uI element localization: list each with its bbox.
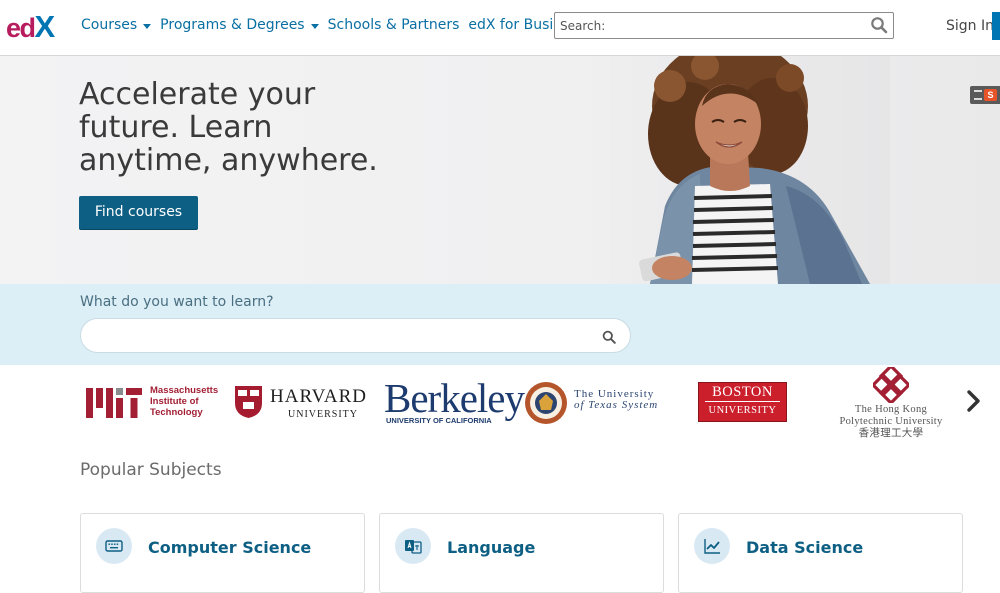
partner-hong-kong-polyu[interactable]: The Hong Kong Polytechnic University 香港理…: [816, 367, 966, 439]
ut-line-2: of Texas System: [574, 399, 659, 411]
harvard-shield-icon: [235, 386, 262, 418]
chevron-down-icon: [143, 24, 152, 29]
hero-banner: Accelerate your future. Learn anytime, a…: [0, 56, 1000, 284]
nav-schools-partners[interactable]: Schools & Partners: [328, 17, 460, 33]
edx-logo[interactable]: edX: [6, 9, 55, 44]
main-nav: Courses Programs & Degrees Schools & Par…: [81, 17, 594, 33]
bu-divider: [705, 401, 780, 402]
mit-line-2: Institute of: [150, 396, 199, 407]
partner-ut-system[interactable]: The University of Texas System: [524, 381, 668, 425]
hero-title: Accelerate your future. Learn anytime, a…: [79, 77, 378, 178]
menu-icon: [974, 90, 982, 100]
polyu-line-2: Polytechnic University: [839, 416, 943, 427]
subject-card-language[interactable]: Language: [379, 513, 664, 593]
logo-letter-x: X: [34, 9, 56, 44]
polyu-logo-icon: [873, 367, 909, 403]
subject-card-computer-science[interactable]: Computer Science: [80, 513, 365, 593]
nav-courses-label: Courses: [81, 17, 138, 33]
widget-logo-icon: S: [984, 89, 997, 101]
nav-programs-label: Programs & Degrees: [160, 17, 305, 33]
find-courses-button[interactable]: Find courses: [79, 196, 198, 229]
partner-harvard[interactable]: HARVARD UNIVERSITY: [234, 384, 369, 422]
header-search-input[interactable]: [555, 13, 855, 38]
logo-letter-e: e: [6, 13, 21, 43]
line-chart-icon: [694, 528, 730, 564]
mit-logo-icon: [86, 388, 142, 418]
register-button-edge[interactable]: [992, 12, 1000, 40]
harvard-subtitle: UNIVERSITY: [288, 409, 358, 420]
mit-name: Massachusetts Institute of Technology: [150, 385, 230, 418]
polyu-name: The Hong Kong Polytechnic University 香港理…: [816, 404, 966, 440]
chevron-down-icon: [310, 24, 319, 29]
keyboard-icon: [96, 528, 132, 564]
berkeley-subtitle: UNIVERSITY OF CALIFORNIA: [386, 416, 492, 425]
nav-courses[interactable]: Courses: [81, 17, 152, 33]
subject-label: Computer Science: [148, 538, 312, 557]
partner-logos: Massachusetts Institute of Technology HA…: [80, 365, 1000, 440]
nav-schools-label: Schools & Partners: [327, 17, 460, 33]
translate-icon: [395, 528, 431, 564]
search-icon[interactable]: [602, 329, 616, 344]
learn-search-input[interactable]: [81, 319, 581, 352]
subject-label: Data Science: [746, 538, 864, 557]
learn-search-field: [80, 318, 631, 353]
partner-mit[interactable]: Massachusetts Institute of Technology: [86, 385, 222, 421]
ut-name: The University of Texas System: [574, 389, 658, 411]
bu-line-1: BOSTON: [712, 384, 773, 400]
sign-in-link[interactable]: Sign In: [946, 18, 994, 34]
subject-label: Language: [447, 538, 536, 557]
partner-boston-university[interactable]: BOSTON UNIVERSITY: [698, 382, 787, 422]
partner-berkeley[interactable]: Berkeley UNIVERSITY OF CALIFORNIA: [384, 378, 525, 426]
learn-search-band: What do you want to learn?: [0, 284, 1000, 365]
polyu-line-3: 香港理工大學: [858, 428, 924, 439]
berkeley-name: Berkeley: [384, 375, 525, 421]
ut-seal-icon: [525, 382, 567, 424]
popular-subjects-heading: Popular Subjects: [80, 460, 222, 480]
site-header: edX Courses Programs & Degrees Schools &…: [0, 0, 1000, 56]
polyu-line-1: The Hong Kong: [854, 404, 928, 415]
harvard-name: HARVARD: [270, 386, 367, 407]
hero-photo-student: [610, 56, 890, 284]
side-feedback-widget[interactable]: S: [970, 86, 1000, 104]
mit-line-1: Massachusetts: [150, 385, 219, 396]
chevron-right-icon[interactable]: [964, 387, 984, 415]
logo-letter-d: d: [19, 13, 37, 43]
search-icon[interactable]: [870, 16, 888, 34]
header-search: [554, 12, 894, 39]
nav-programs-degrees[interactable]: Programs & Degrees: [160, 17, 319, 33]
subject-card-data-science[interactable]: Data Science: [678, 513, 963, 593]
mit-line-3: Technology: [150, 407, 203, 418]
bu-line-2: UNIVERSITY: [708, 405, 777, 416]
learn-search-label: What do you want to learn?: [80, 294, 274, 310]
